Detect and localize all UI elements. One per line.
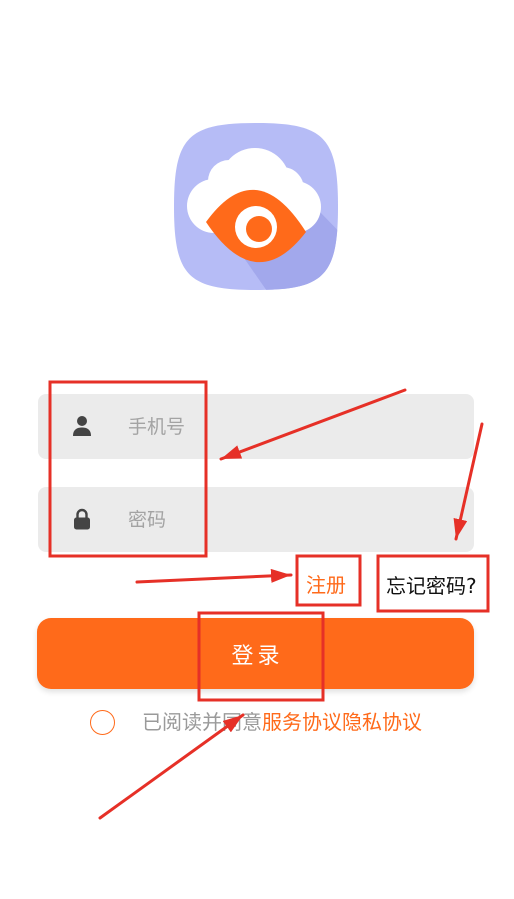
- forgot-password-link[interactable]: 忘记密码?: [386, 574, 477, 598]
- agreement-text: 已阅读并同意服务协议隐私协议: [142, 710, 422, 734]
- cloud-eye-logo-icon: [174, 123, 338, 290]
- privacy-agreement-link[interactable]: 隐私协议: [342, 710, 422, 734]
- service-agreement-link[interactable]: 服务协议: [262, 710, 342, 734]
- agreement-checkbox[interactable]: [90, 710, 115, 735]
- logo-eye-pupil: [246, 216, 272, 242]
- app-logo: [174, 123, 338, 290]
- agreement-prefix: 已阅读并同意: [142, 710, 262, 734]
- login-button[interactable]: 登录: [37, 618, 474, 689]
- annotation-arrow-to-register: [135, 568, 293, 584]
- password-input[interactable]: [128, 487, 458, 552]
- login-screen: 注册 忘记密码? 登录 已阅读并同意服务协议隐私协议: [0, 0, 514, 899]
- password-field[interactable]: [38, 487, 474, 552]
- phone-field[interactable]: [38, 394, 474, 459]
- register-link[interactable]: 注册: [306, 573, 346, 597]
- lock-icon: [72, 508, 92, 530]
- user-icon: [72, 415, 92, 437]
- phone-input[interactable]: [128, 394, 458, 459]
